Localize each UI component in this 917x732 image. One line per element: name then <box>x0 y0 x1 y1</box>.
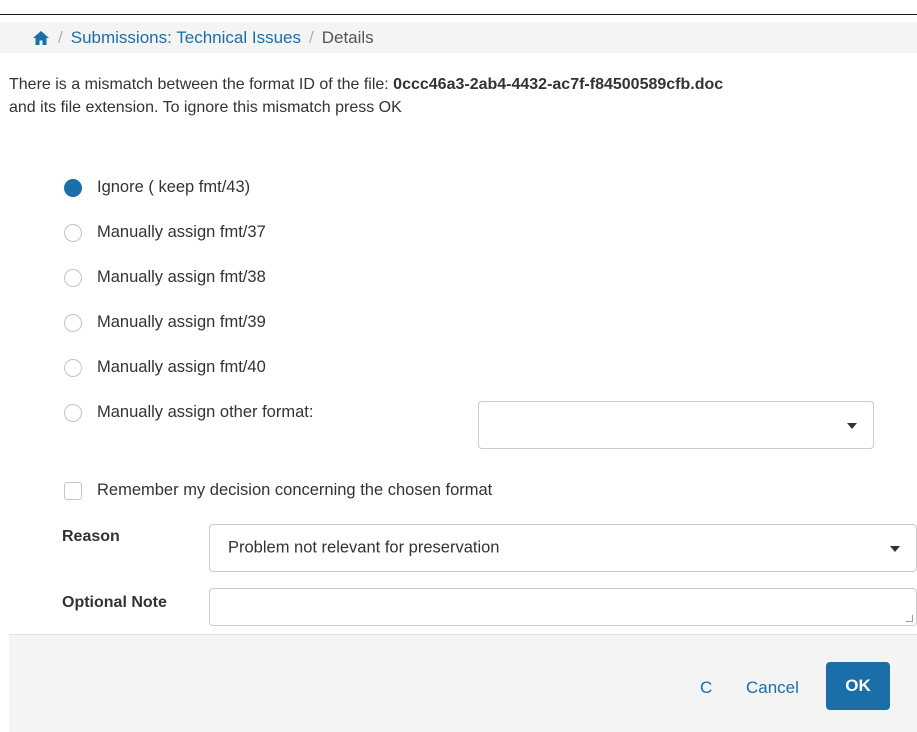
ok-button[interactable]: OK <box>826 662 890 710</box>
radio-label: Manually assign fmt/38 <box>97 268 266 286</box>
radio-button[interactable] <box>64 403 82 422</box>
cancel-button[interactable]: Cancel <box>746 678 799 698</box>
radio-button[interactable] <box>64 358 82 377</box>
remember-decision-label: Remember my decision concerning the chos… <box>97 481 493 499</box>
radio-option-fmt37[interactable]: Manually assign fmt/37 <box>64 223 266 242</box>
message-line-1: There is a mismatch between the format I… <box>9 73 917 96</box>
chevron-down-icon <box>847 423 857 429</box>
radio-label: Ignore ( keep fmt/43) <box>97 178 251 196</box>
c-link[interactable]: C <box>700 678 712 698</box>
radio-button[interactable] <box>64 268 82 287</box>
radio-button[interactable] <box>64 178 82 197</box>
message-line-2: and its file extension. To ignore this m… <box>9 99 402 116</box>
radio-button[interactable] <box>64 313 82 332</box>
reason-label: Reason <box>62 528 120 545</box>
home-icon[interactable] <box>32 30 50 46</box>
mismatch-message: There is a mismatch between the format I… <box>9 73 917 119</box>
breadcrumb: / Submissions: Technical Issues / Detail… <box>0 22 917 53</box>
dialog-footer: C Cancel OK <box>9 634 917 732</box>
remember-decision-checkbox[interactable] <box>64 481 82 500</box>
radio-option-fmt38[interactable]: Manually assign fmt/38 <box>64 268 266 287</box>
resize-handle-icon[interactable] <box>906 615 913 622</box>
optional-note-label: Optional Note <box>62 594 167 611</box>
breadcrumb-current: Details <box>321 27 374 47</box>
reason-select[interactable]: Problem not relevant for preservation <box>209 524 917 572</box>
message-text: There is a mismatch between the format I… <box>9 76 394 93</box>
breadcrumb-link-submissions[interactable]: Submissions: Technical Issues <box>71 28 301 48</box>
chevron-down-icon <box>890 546 900 552</box>
radio-button[interactable] <box>64 223 82 242</box>
radio-option-other-format[interactable]: Manually assign other format: <box>64 403 313 422</box>
breadcrumb-separator: / <box>58 27 63 47</box>
radio-option-ignore[interactable]: Ignore ( keep fmt/43) <box>64 178 250 197</box>
radio-label: Manually assign fmt/37 <box>97 223 266 241</box>
radio-option-fmt40[interactable]: Manually assign fmt/40 <box>64 358 266 377</box>
radio-label: Manually assign fmt/39 <box>97 313 266 331</box>
file-name: 0ccc46a3-2ab4-4432-ac7f-f84500589cfb.doc <box>393 76 724 93</box>
other-format-select[interactable] <box>478 401 874 449</box>
radio-option-fmt39[interactable]: Manually assign fmt/39 <box>64 313 266 332</box>
radio-label: Manually assign other format: <box>97 403 314 421</box>
remember-decision-option[interactable]: Remember my decision concerning the chos… <box>64 481 492 500</box>
radio-label: Manually assign fmt/40 <box>97 358 266 376</box>
optional-note-input[interactable] <box>209 588 917 626</box>
breadcrumb-separator: / <box>308 27 314 47</box>
reason-value: Problem not relevant for preservation <box>228 538 500 557</box>
top-divider <box>0 14 917 15</box>
